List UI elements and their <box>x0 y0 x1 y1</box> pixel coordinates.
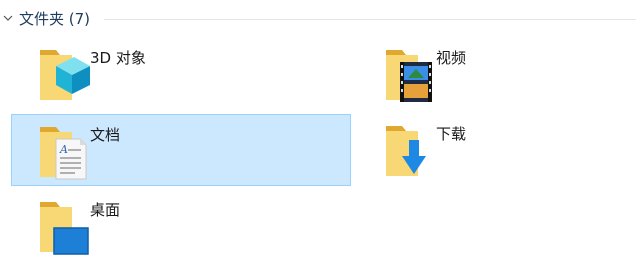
folder-label: 下载 <box>436 125 467 143</box>
folder-desktop-icon <box>40 202 89 255</box>
folder-downloads-icon <box>386 126 426 176</box>
folder-label: 文档 <box>90 126 121 144</box>
chevron-down-icon[interactable] <box>2 12 14 24</box>
svg-text:A: A <box>59 143 68 156</box>
folder-item-desktop[interactable]: 桌面 <box>12 190 352 262</box>
group-header[interactable]: 文件夹 (7) <box>0 8 640 30</box>
group-divider <box>104 19 636 20</box>
folder-item-documents[interactable]: A 文档 <box>11 114 351 186</box>
folder-label: 3D 对象 <box>90 49 146 67</box>
folder-item-3d-objects[interactable]: 3D 对象 <box>12 38 352 110</box>
folder-label: 桌面 <box>90 201 121 219</box>
group-title: 文件夹 (7) <box>19 10 91 28</box>
folder-item-downloads[interactable]: 下载 <box>358 114 640 186</box>
folder-documents-icon: A <box>40 127 87 180</box>
folder-item-videos[interactable]: 视频 <box>358 38 640 110</box>
folder-label: 视频 <box>436 49 467 67</box>
folder-videos-icon <box>386 50 432 102</box>
folder-3d-objects-icon <box>40 50 90 100</box>
